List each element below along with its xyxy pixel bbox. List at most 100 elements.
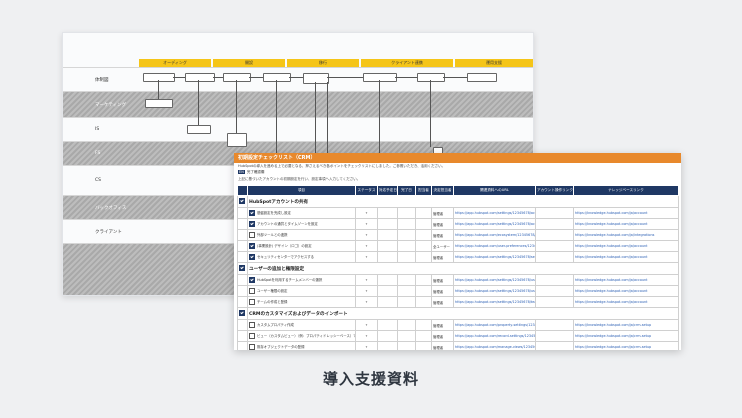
resource-link[interactable]: https://app.hubspot.com/property-setting… xyxy=(453,319,536,331)
assignee-cell[interactable] xyxy=(415,240,432,252)
done-date-cell[interactable] xyxy=(397,296,416,308)
resource-link[interactable]: https://app.hubspot.com/record-settings/… xyxy=(453,330,536,342)
table-row: ビュー（カスタムビュー）（例：プロパティドレッシーベース）で表示する表示を設定▾… xyxy=(237,330,679,342)
assignee-cell[interactable] xyxy=(415,330,432,342)
section-row: ユーザーの追加と権限設定 xyxy=(237,262,679,275)
status-dropdown[interactable]: ▾ xyxy=(355,207,378,219)
done-date-cell[interactable] xyxy=(397,330,416,342)
status-dropdown[interactable]: ▾ xyxy=(355,296,378,308)
resource-link[interactable]: https://app.hubspot.com/settings/1234567… xyxy=(453,251,536,263)
knowledge-link[interactable]: https://knowledge.hubspot.com/ja/account xyxy=(573,218,679,230)
row-checkbox[interactable] xyxy=(249,288,255,294)
row-checkbox[interactable] xyxy=(249,322,255,328)
assignee-cell[interactable] xyxy=(415,218,432,230)
account-link-cell[interactable] xyxy=(535,319,574,331)
owner-cell: 管理者 xyxy=(431,207,454,219)
row-checkbox[interactable] xyxy=(249,210,255,216)
status-dropdown[interactable]: ▾ xyxy=(355,251,378,263)
due-date-cell[interactable] xyxy=(377,251,398,263)
done-date-cell[interactable] xyxy=(397,274,416,286)
account-link-cell[interactable] xyxy=(535,240,574,252)
due-date-cell[interactable] xyxy=(377,274,398,286)
account-link-cell[interactable] xyxy=(535,207,574,219)
owner-cell: 管理者 xyxy=(431,319,454,331)
assignee-cell[interactable] xyxy=(415,274,432,286)
knowledge-link[interactable]: https://knowledge.hubspot.com/ja/account xyxy=(573,285,679,297)
done-date-cell[interactable] xyxy=(397,240,416,252)
flow-step xyxy=(143,73,175,82)
knowledge-link[interactable]: https://knowledge.hubspot.com/ja/crm-set… xyxy=(573,330,679,342)
done-date-cell[interactable] xyxy=(397,341,416,350)
due-date-cell[interactable] xyxy=(377,229,398,241)
resource-link[interactable]: https://app.hubspot.com/settings/1234567… xyxy=(453,274,536,286)
status-dropdown[interactable]: ▾ xyxy=(355,229,378,241)
due-date-cell[interactable] xyxy=(377,319,398,331)
knowledge-link[interactable]: https://knowledge.hubspot.com/ja/account xyxy=(573,207,679,219)
status-dropdown[interactable]: ▾ xyxy=(355,330,378,342)
resource-link[interactable]: https://app.hubspot.com/settings/1234567… xyxy=(453,218,536,230)
row-checkbox[interactable] xyxy=(249,333,255,339)
assignee-cell[interactable] xyxy=(415,319,432,331)
section-collapse-checkbox[interactable] xyxy=(239,310,245,317)
table-row: 既存オブジェクトデータの登録 ▾ 管理者 https://app.hubspot.co… xyxy=(237,341,679,350)
status-dropdown[interactable]: ▾ xyxy=(355,319,378,331)
knowledge-link[interactable]: https://knowledge.hubspot.com/ja/account xyxy=(573,240,679,252)
resource-link[interactable]: https://app.hubspot.com/settings/1234567… xyxy=(453,207,536,219)
done-date-cell[interactable] xyxy=(397,251,416,263)
section-collapse-checkbox[interactable] xyxy=(239,265,245,272)
resource-link[interactable]: https://app.hubspot.com/ecosystem/123456… xyxy=(453,229,536,241)
done-date-cell[interactable] xyxy=(397,218,416,230)
knowledge-link[interactable]: https://knowledge.hubspot.com/ja/account xyxy=(573,296,679,308)
due-date-cell[interactable] xyxy=(377,207,398,219)
knowledge-link[interactable]: https://knowledge.hubspot.com/ja/account xyxy=(573,274,679,286)
status-dropdown[interactable]: ▾ xyxy=(355,240,378,252)
status-dropdown[interactable]: ▾ xyxy=(355,341,378,350)
due-date-cell[interactable] xyxy=(377,296,398,308)
account-link-cell[interactable] xyxy=(535,218,574,230)
table-row: 外部ツールとの連携 ▾ 管理者 https://app.hubspot.com/eco… xyxy=(237,229,679,241)
column-header: 対応予定日 xyxy=(377,185,398,196)
resource-link[interactable]: https://app.hubspot.com/settings/1234567… xyxy=(453,285,536,297)
due-date-cell[interactable] xyxy=(377,240,398,252)
account-link-cell[interactable] xyxy=(535,229,574,241)
status-dropdown[interactable]: ▾ xyxy=(355,274,378,286)
resource-link[interactable]: https://app.hubspot.com/manage-views/123… xyxy=(453,341,536,350)
resource-link[interactable]: https://app.hubspot.com/user-preferences… xyxy=(453,240,536,252)
assignee-cell[interactable] xyxy=(415,341,432,350)
assignee-cell[interactable] xyxy=(415,251,432,263)
row-checkbox[interactable] xyxy=(249,299,255,305)
account-link-cell[interactable] xyxy=(535,341,574,350)
done-date-cell[interactable] xyxy=(397,285,416,297)
done-date-cell[interactable] xyxy=(397,207,416,219)
assignee-cell[interactable] xyxy=(415,229,432,241)
account-link-cell[interactable] xyxy=(535,296,574,308)
knowledge-link[interactable]: https://knowledge.hubspot.com/ja/crm-set… xyxy=(573,341,679,350)
section-collapse-checkbox[interactable] xyxy=(239,198,245,205)
row-checkbox[interactable] xyxy=(249,344,255,350)
account-link-cell[interactable] xyxy=(535,251,574,263)
status-dropdown[interactable]: ▾ xyxy=(355,285,378,297)
row-checkbox[interactable] xyxy=(249,254,255,260)
knowledge-link[interactable]: https://knowledge.hubspot.com/ja/crm-set… xyxy=(573,319,679,331)
assignee-cell[interactable] xyxy=(415,296,432,308)
knowledge-link[interactable]: https://knowledge.hubspot.com/ja/integra… xyxy=(573,229,679,241)
row-checkbox[interactable] xyxy=(249,221,255,227)
assignee-cell[interactable] xyxy=(415,207,432,219)
account-link-cell[interactable] xyxy=(535,330,574,342)
done-date-cell[interactable] xyxy=(397,319,416,331)
assignee-cell[interactable] xyxy=(415,285,432,297)
row-checkbox[interactable] xyxy=(249,277,255,283)
account-link-cell[interactable] xyxy=(535,274,574,286)
resource-link[interactable]: https://app.hubspot.com/settings/1234567… xyxy=(453,296,536,308)
due-date-cell[interactable] xyxy=(377,330,398,342)
account-link-cell[interactable] xyxy=(535,285,574,297)
due-date-cell[interactable] xyxy=(377,341,398,350)
lane-label: CS xyxy=(95,178,101,183)
knowledge-link[interactable]: https://knowledge.hubspot.com/ja/account xyxy=(573,251,679,263)
done-date-cell[interactable] xyxy=(397,229,416,241)
row-checkbox[interactable] xyxy=(249,243,255,249)
row-checkbox[interactable] xyxy=(249,232,255,238)
due-date-cell[interactable] xyxy=(377,285,398,297)
due-date-cell[interactable] xyxy=(377,218,398,230)
status-dropdown[interactable]: ▾ xyxy=(355,218,378,230)
